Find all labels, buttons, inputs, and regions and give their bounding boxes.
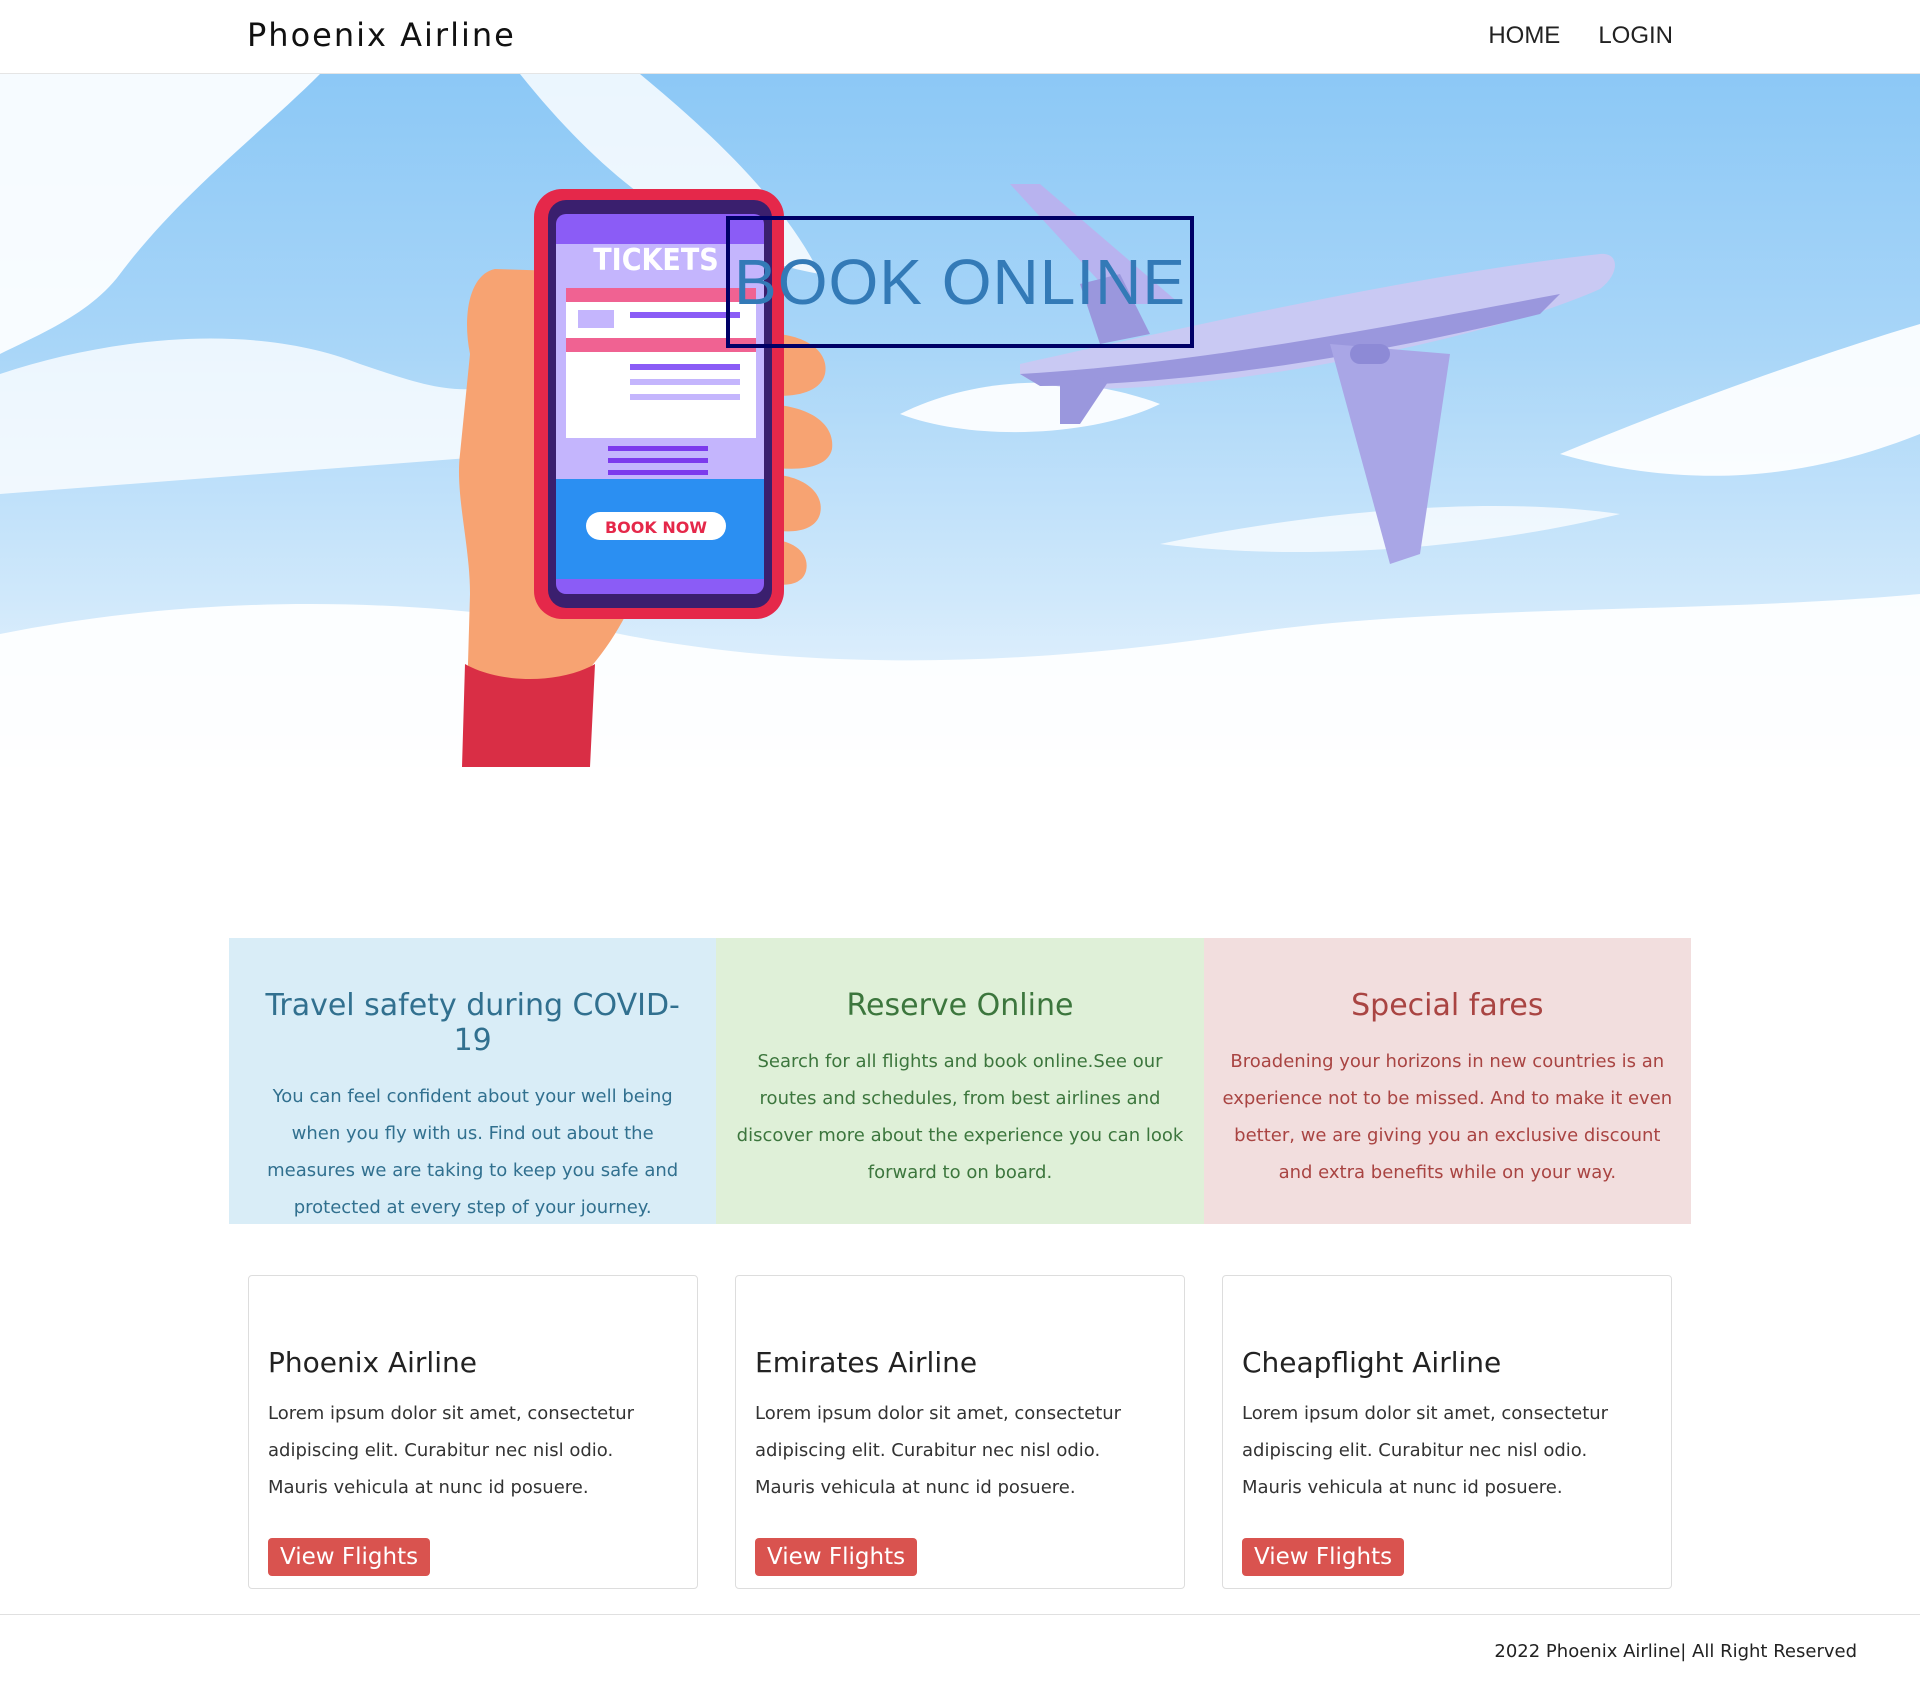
clouds (0, 74, 1920, 767)
panel-text: Search for all flights and book online.S… (736, 1051, 1184, 1183)
panel-covid-safety: Travel safety during COVID-19 You can fe… (229, 938, 717, 1224)
footer: 2022 Phoenix Airline| All Right Reserved (0, 1614, 1920, 1692)
airline-card-emirates: Emirates Airline Lorem ipsum dolor sit a… (735, 1275, 1185, 1589)
hero-banner: TICKETS BOOK NOW BOOK ONLINE (0, 74, 1920, 767)
airline-card-cheapflight: Cheapflight Airline Lorem ipsum dolor si… (1222, 1275, 1672, 1589)
nav-home-link[interactable]: HOME (1488, 22, 1560, 50)
book-online-title: BOOK ONLINE (734, 246, 1186, 318)
panel-reserve-online: Reserve Online Search for all flights an… (716, 938, 1204, 1224)
view-flights-button[interactable]: View Flights (1242, 1538, 1405, 1576)
footer-copyright: 2022 Phoenix Airline| All Right Reserved (1494, 1641, 1857, 1662)
panel-text: You can feel confident about your well b… (267, 1086, 679, 1218)
panel-special-fares: Special fares Broadening your horizons i… (1203, 938, 1691, 1224)
hero-illustration: TICKETS BOOK NOW (0, 74, 1920, 767)
panel-title: Special fares (1351, 988, 1544, 1023)
view-flights-button[interactable]: View Flights (755, 1538, 918, 1576)
nav-login-link[interactable]: LOGIN (1598, 22, 1673, 50)
navbar: Phoenix Airline HOME LOGIN (0, 0, 1920, 74)
nav-links: HOME LOGIN (1488, 22, 1673, 50)
card-title: Emirates Airline (755, 1346, 978, 1379)
panel-text: Broadening your horizons in new countrie… (1222, 1051, 1673, 1183)
view-flights-button[interactable]: View Flights (268, 1538, 431, 1576)
info-panels: Travel safety during COVID-19 You can fe… (229, 938, 1691, 1224)
brand-link[interactable]: Phoenix Airline (247, 16, 516, 54)
airline-card-phoenix: Phoenix Airline Lorem ipsum dolor sit am… (248, 1275, 698, 1589)
card-text: Lorem ipsum dolor sit amet, consectetur … (755, 1403, 1122, 1498)
card-text: Lorem ipsum dolor sit amet, consectetur … (1242, 1403, 1609, 1498)
card-title: Phoenix Airline (268, 1346, 477, 1379)
phone-book-now-label: BOOK NOW (605, 518, 707, 537)
card-title: Cheapflight Airline (1242, 1346, 1502, 1379)
phone-header-label: TICKETS (593, 243, 718, 278)
panel-title: Travel safety during COVID-19 (265, 988, 680, 1058)
panel-title: Reserve Online (846, 988, 1074, 1023)
card-text: Lorem ipsum dolor sit amet, consectetur … (268, 1403, 635, 1498)
book-online-frame[interactable]: BOOK ONLINE (726, 216, 1194, 348)
airline-cards: Phoenix Airline Lorem ipsum dolor sit am… (248, 1275, 1672, 1589)
